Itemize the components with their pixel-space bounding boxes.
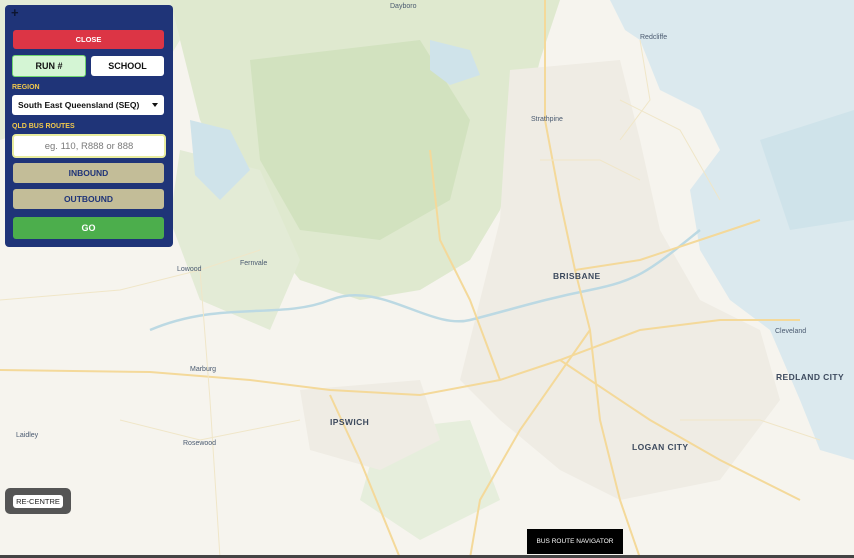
place-fernvale: Fernvale: [240, 260, 268, 267]
region-label: REGION: [12, 84, 40, 91]
route-search-input[interactable]: [12, 134, 166, 158]
go-button[interactable]: GO: [13, 217, 164, 239]
place-lowood: Lowood: [177, 266, 202, 273]
close-button[interactable]: CLOSE: [13, 30, 164, 49]
zoom-in-icon[interactable]: +: [11, 6, 19, 19]
recentre-label: RE-CENTRE: [13, 494, 63, 508]
place-brisbane: BRISBANE: [553, 271, 601, 281]
app-title-badge: BUS ROUTE NAVIGATOR: [527, 529, 623, 554]
route-search-panel: + CLOSE RUN # SCHOOL REGION South East Q…: [5, 5, 173, 247]
outbound-button[interactable]: OUTBOUND: [13, 189, 164, 209]
place-redcliffe: Redcliffe: [640, 34, 668, 41]
routes-label: QLD BUS ROUTES: [12, 123, 75, 130]
place-rosewood: Rosewood: [183, 440, 217, 447]
school-tab[interactable]: SCHOOL: [91, 56, 164, 76]
region-select-value: South East Queensland (SEQ): [18, 100, 140, 110]
place-marburg: Marburg: [190, 366, 217, 373]
region-select[interactable]: South East Queensland (SEQ): [12, 95, 164, 115]
place-ipswich: IPSWICH: [330, 417, 370, 427]
place-logan-city: LOGAN CITY: [632, 442, 689, 452]
recentre-button[interactable]: RE-CENTRE: [5, 488, 71, 514]
place-laidley: Laidley: [16, 432, 39, 439]
place-redland-city: REDLAND CITY: [776, 372, 845, 382]
place-dayboro: Dayboro: [390, 3, 417, 10]
run-number-tab[interactable]: RUN #: [12, 55, 86, 77]
inbound-button[interactable]: INBOUND: [13, 163, 164, 183]
chevron-down-icon: [152, 103, 158, 107]
place-cleveland: Cleveland: [775, 328, 807, 335]
place-strathpine: Strathpine: [531, 116, 563, 123]
